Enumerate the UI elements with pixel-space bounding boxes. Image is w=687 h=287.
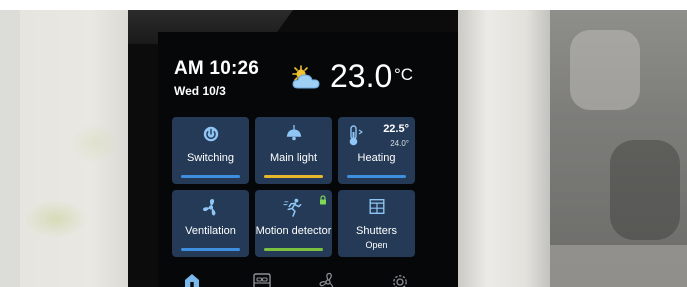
clock-date: Wed 10/3 (174, 84, 226, 98)
status-bar (264, 248, 323, 251)
tile-label: Heating (357, 152, 396, 164)
status-bar (347, 175, 406, 178)
touch-screen[interactable]: AM 10:26 Wed 10/3 23.0 °C Switching Main… (158, 32, 458, 287)
wall-stain (24, 200, 88, 238)
tile-label: Main light (269, 152, 318, 164)
bed-icon[interactable] (250, 272, 274, 287)
blur-shape (610, 140, 680, 240)
tile-switching[interactable]: Switching (172, 117, 249, 184)
running-person-icon (283, 198, 301, 217)
bottom-navigation (158, 272, 458, 287)
thermometer-icon (349, 125, 363, 146)
tile-shutters[interactable]: Shutters Open (338, 190, 415, 257)
clock-time: AM 10:26 (174, 58, 260, 79)
set-temperature: 22.5° (383, 123, 409, 135)
blur-shape (570, 30, 640, 110)
fan-icon[interactable] (316, 272, 340, 287)
tile-ventilation[interactable]: Ventilation (172, 190, 249, 257)
wall-stain (70, 122, 120, 164)
status-bar (181, 175, 240, 178)
background-top (0, 0, 687, 10)
ceiling-lamp-icon (286, 125, 301, 141)
background-wall-right (455, 10, 550, 287)
partly-cloudy-icon (292, 65, 320, 89)
tile-label: Shutters (356, 225, 397, 237)
gear-icon[interactable] (388, 272, 412, 287)
tile-motion-detector[interactable]: Motion detector (255, 190, 332, 257)
tile-label: Motion detector (255, 225, 332, 237)
fan-icon (202, 198, 215, 216)
tile-heating[interactable]: 22.5° 24.0° Heating (338, 117, 415, 184)
shutter-status: Open (365, 240, 388, 250)
touch-panel-device: AM 10:26 Wed 10/3 23.0 °C Switching Main… (128, 10, 458, 287)
tile-label: Switching (186, 152, 235, 164)
power-icon (203, 126, 218, 142)
home-icon[interactable] (180, 272, 204, 287)
status-bar (264, 175, 323, 178)
lock-icon (320, 195, 326, 205)
current-temperature: 24.0° (390, 139, 409, 148)
temperature-unit: °C (394, 65, 414, 84)
blur-shape (550, 245, 687, 287)
background-blurred-room (550, 10, 687, 287)
outdoor-temperature: 23.0 (330, 58, 393, 94)
window-shutter-icon (369, 199, 384, 214)
background-wall-left (20, 10, 140, 287)
tile-main-light[interactable]: Main light (255, 117, 332, 184)
status-bar (181, 248, 240, 251)
tile-label: Ventilation (185, 225, 236, 237)
